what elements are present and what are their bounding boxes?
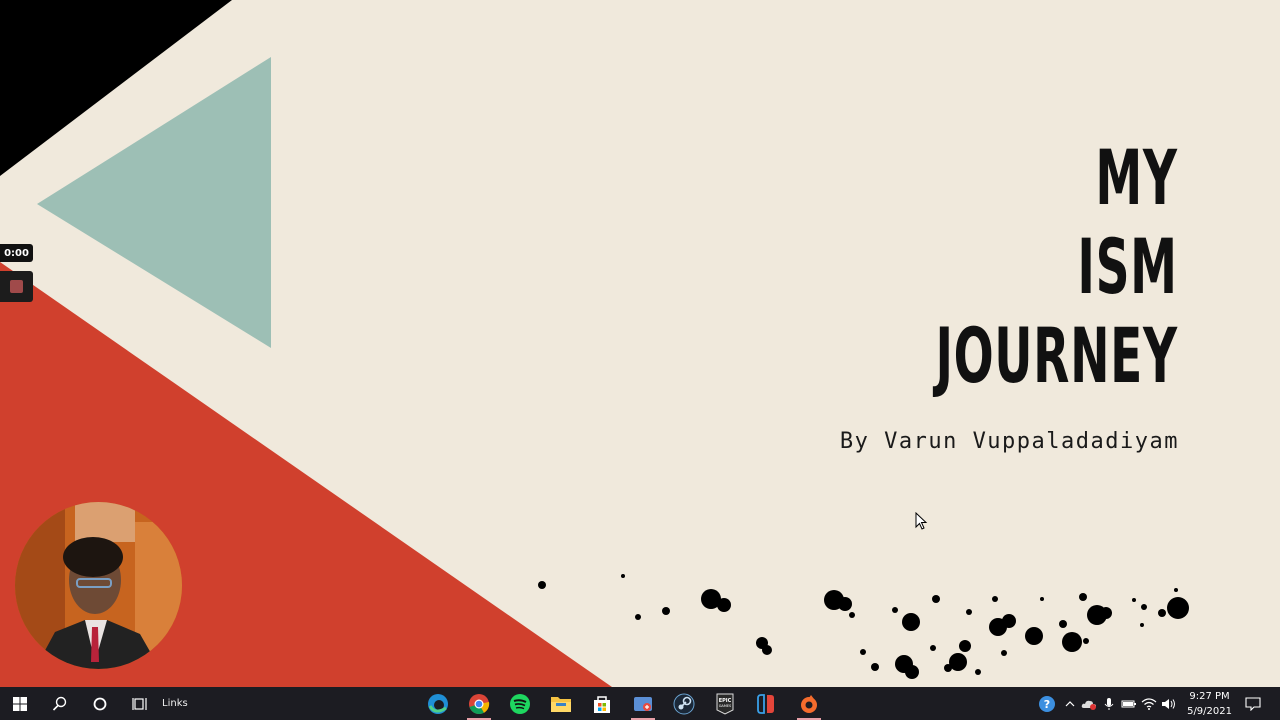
onedrive-tray-icon[interactable] xyxy=(1080,687,1098,720)
clock-time: 9:27 PM xyxy=(1189,691,1230,702)
slide-title-line-1: MY xyxy=(1095,133,1178,222)
volume-tray-icon[interactable] xyxy=(1160,687,1178,720)
taskbar-app-spotify[interactable] xyxy=(500,687,540,720)
epic-games-icon: EPIC GAMES xyxy=(716,693,734,715)
links-toolbar[interactable]: Links xyxy=(162,687,188,720)
svg-text:?: ? xyxy=(1044,698,1050,711)
svg-text:GAMES: GAMES xyxy=(719,704,732,708)
show-hidden-icons-button[interactable] xyxy=(1061,687,1079,720)
network-tray-icon[interactable] xyxy=(1140,687,1158,720)
taskbar-app-nintendo-switch[interactable] xyxy=(746,687,786,720)
chrome-icon xyxy=(469,693,490,714)
system-clock[interactable]: 9:27 PM 5/9/2021 xyxy=(1187,689,1232,719)
steam-icon xyxy=(673,693,695,714)
webcam-image xyxy=(15,502,182,669)
slide-subtitle: By Varun Vuppaladadiyam xyxy=(839,429,1179,454)
help-icon: ? xyxy=(1039,695,1055,712)
battery-tray-icon[interactable] xyxy=(1120,687,1138,720)
store-icon xyxy=(594,695,610,713)
help-tray-icon[interactable]: ? xyxy=(1037,687,1057,720)
webcam-feed[interactable] xyxy=(15,502,182,669)
ink-splatter-decoration xyxy=(538,574,1189,679)
clock-date: 5/9/2021 xyxy=(1187,706,1232,717)
taskbar-app-edge[interactable] xyxy=(418,687,458,720)
taskbar-app-steam[interactable] xyxy=(664,687,704,720)
cloud-icon xyxy=(1081,700,1096,710)
photos-icon xyxy=(634,696,652,711)
taskbar-app-origin[interactable] xyxy=(789,687,829,720)
taskbar-app-photos[interactable] xyxy=(623,687,663,720)
taskbar-app-store[interactable] xyxy=(582,687,622,720)
speaker-icon xyxy=(1162,698,1175,709)
task-view-button[interactable] xyxy=(120,687,160,720)
slide-title-line-2: ISM xyxy=(1077,222,1178,311)
chevron-up-icon xyxy=(1065,700,1075,706)
spotify-icon xyxy=(510,693,530,714)
task-view-icon xyxy=(132,697,147,710)
start-button[interactable] xyxy=(0,687,40,720)
taskbar-app-chrome[interactable] xyxy=(459,687,499,720)
battery-icon xyxy=(1121,700,1136,707)
search-icon xyxy=(52,696,67,711)
windows-taskbar: Links EPIC GAMES ? 9:27 PM 5/9/2021 xyxy=(0,687,1280,720)
cortana-icon xyxy=(93,697,107,710)
presentation-slide: MY ISM JOURNEY By Varun Vuppaladadiyam 0… xyxy=(0,0,1280,687)
action-center-button[interactable] xyxy=(1243,687,1263,720)
taskbar-app-epic-games[interactable]: EPIC GAMES xyxy=(705,687,745,720)
taskbar-app-file-explorer[interactable] xyxy=(541,687,581,720)
mouse-cursor-icon xyxy=(915,512,928,530)
notification-icon xyxy=(1245,696,1261,711)
recording-timer: 0:00 xyxy=(0,244,33,262)
slide-title-line-3: JOURNEY xyxy=(935,311,1178,400)
stop-recording-button[interactable] xyxy=(0,271,33,302)
wifi-icon xyxy=(1141,697,1157,710)
microphone-tray-icon[interactable] xyxy=(1100,687,1118,720)
origin-icon xyxy=(801,694,817,713)
file-explorer-icon xyxy=(551,696,571,712)
nintendo-switch-icon xyxy=(757,693,774,714)
windows-logo-icon xyxy=(13,696,27,711)
edge-icon xyxy=(428,693,448,714)
stop-icon xyxy=(10,280,23,293)
microphone-icon xyxy=(1104,697,1114,710)
search-button[interactable] xyxy=(40,687,80,720)
cortana-button[interactable] xyxy=(80,687,120,720)
